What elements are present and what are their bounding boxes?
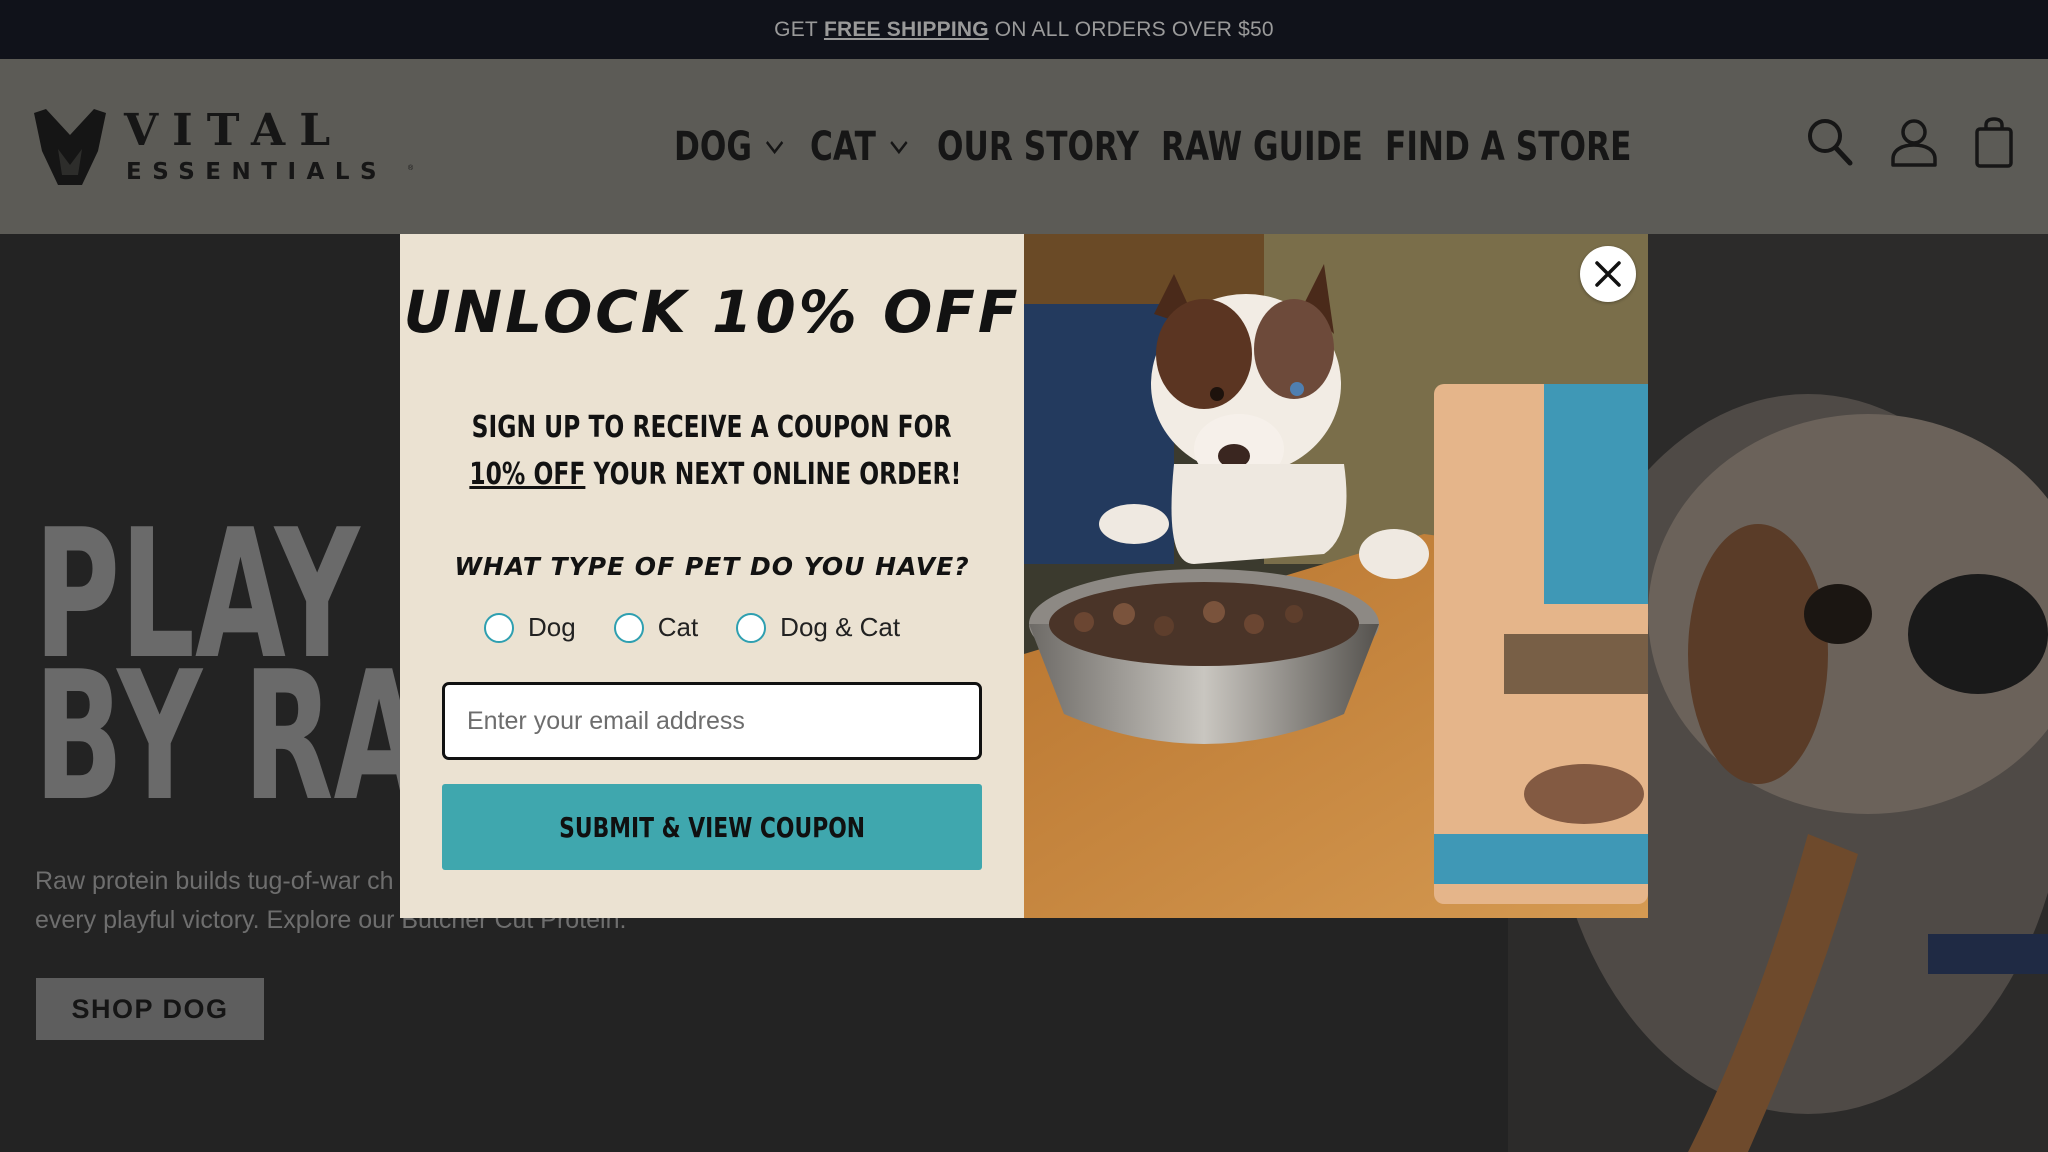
radio-dog-and-cat[interactable]: [736, 612, 767, 643]
popup-form-panel: UNLOCK 10% OFF SIGN UP TO RECEIVE A COUP…: [400, 234, 1024, 918]
radio-dog[interactable]: [484, 612, 514, 643]
free-shipping-link[interactable]: FREE SHIPPING: [824, 18, 989, 42]
main-nav: DOG CAT OUR STORY RAW GUIDE FIND A STORE: [674, 59, 1631, 234]
nav-item-cat[interactable]: CAT: [810, 122, 937, 172]
nav-item-our-story[interactable]: OUR STORY: [937, 122, 1161, 172]
chevron-down-icon: [766, 140, 784, 154]
search-icon[interactable]: [1806, 117, 1854, 167]
nav-item-find-a-store[interactable]: FIND A STORE: [1385, 122, 1631, 172]
logo-trademark: ®: [408, 165, 414, 172]
nav-label-raw-guide: RAW GUIDE: [1161, 123, 1363, 170]
submit-coupon-label: SUBMIT & VIEW COUPON: [559, 810, 865, 844]
pet-option-cat[interactable]: Cat: [613, 612, 699, 643]
nav-label-our-story: OUR STORY: [937, 123, 1139, 170]
close-icon: [1595, 261, 1621, 287]
radio-label-dog-and-cat: Dog & Cat: [780, 612, 901, 642]
site-header: VITAL ESSENTIALS ® DOG CAT OUR STORY RAW…: [0, 59, 2048, 234]
discount-popup: UNLOCK 10% OFF SIGN UP TO RECEIVE A COUP…: [400, 234, 1648, 918]
close-popup-button[interactable]: [1580, 246, 1636, 302]
pet-option-dog-and-cat[interactable]: Dog & Cat: [736, 612, 900, 643]
nav-item-raw-guide[interactable]: RAW GUIDE: [1161, 122, 1385, 172]
popup-subtitle: SIGN UP TO RECEIVE A COUPON FOR 10% OFF …: [400, 404, 1024, 498]
popup-subtitle-line2: 10% OFF YOUR NEXT ONLINE ORDER!: [469, 451, 961, 498]
radio-label-dog: Dog: [528, 612, 576, 642]
popup-title: UNLOCK 10% OFF: [403, 278, 1021, 346]
popup-subtitle-line1: SIGN UP TO RECEIVE A COUPON FOR: [472, 410, 952, 445]
pet-type-radio-group: Dog Cat Dog & Cat: [484, 612, 938, 643]
cart-icon[interactable]: [1974, 117, 2014, 169]
popup-image-panel: [1024, 234, 1648, 918]
logo[interactable]: VITAL ESSENTIALS ®: [34, 109, 434, 189]
shop-dog-button[interactable]: SHOP DOG: [36, 978, 264, 1040]
radio-cat[interactable]: [613, 612, 644, 643]
submit-coupon-button[interactable]: SUBMIT & VIEW COUPON: [442, 784, 982, 870]
announcement-prefix: GET: [774, 17, 818, 41]
logo-word-vital: VITAL: [124, 105, 345, 156]
pet-option-dog[interactable]: Dog: [484, 612, 576, 643]
dog-with-food-bowl-image: [1024, 234, 1648, 918]
popup-subtitle-rest: YOUR NEXT ONLINE ORDER!: [593, 457, 962, 492]
email-field[interactable]: [442, 682, 982, 760]
radio-label-cat: Cat: [657, 612, 699, 642]
chevron-down-icon: [889, 140, 908, 154]
logo-mark-icon: [34, 109, 106, 185]
popup-subtitle-highlight: 10% OFF: [469, 457, 586, 492]
logo-word-essentials: ESSENTIALS: [126, 159, 388, 185]
nav-item-dog[interactable]: DOG: [674, 122, 810, 172]
nav-label-cat: CAT: [810, 123, 876, 170]
account-icon[interactable]: [1890, 117, 1938, 169]
announcement-suffix: ON ALL ORDERS OVER $50: [994, 17, 1274, 41]
nav-label-find-a-store: FIND A STORE: [1385, 123, 1632, 170]
pet-type-question: WHAT TYPE OF PET DO YOU HAVE?: [454, 552, 970, 581]
announcement-bar: GET FREE SHIPPING ON ALL ORDERS OVER $50: [0, 0, 2048, 59]
nav-label-dog: DOG: [674, 123, 753, 170]
